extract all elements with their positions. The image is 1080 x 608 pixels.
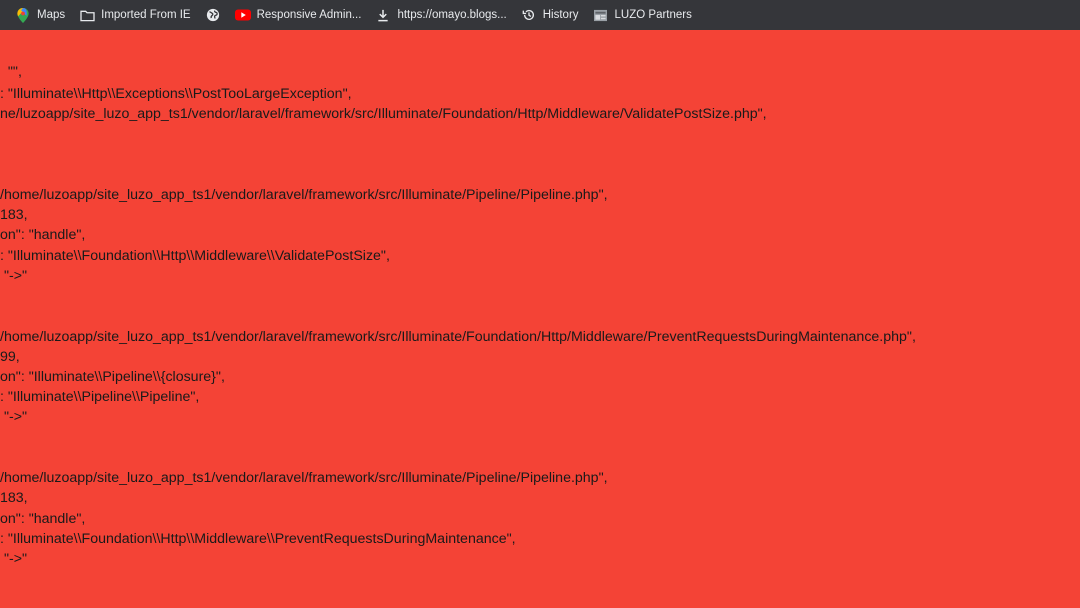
bookmark-globe[interactable]: [198, 3, 228, 27]
bookmark-responsive-admin[interactable]: Responsive Admin...: [228, 3, 369, 27]
bookmarks-bar: Maps Imported From IE Responsive Admin..…: [0, 0, 1080, 30]
json-error-trace: "", : "Illuminate\\Http\\Exceptions\\Pos…: [0, 30, 1080, 608]
trace-line: : "Illuminate\\Foundation\\Http\\Middlew…: [0, 531, 516, 547]
trace-line: "",: [0, 64, 22, 80]
bookmark-maps[interactable]: Maps: [8, 3, 72, 27]
bookmark-label: LUZO Partners: [614, 9, 692, 21]
bookmark-luzo-partners[interactable]: LUZO Partners: [586, 3, 699, 27]
bookmark-imported-from-ie[interactable]: Imported From IE: [72, 3, 197, 27]
bookmark-label: History: [542, 9, 579, 21]
trace-line: /home/luzoapp/site_luzo_app_ts1/vendor/l…: [0, 187, 608, 203]
history-icon: [521, 7, 537, 23]
trace-line: ne/luzoapp/site_luzo_app_ts1/vendor/lara…: [0, 106, 767, 122]
trace-line: 183,: [0, 207, 28, 223]
bookmark-history[interactable]: History: [514, 3, 586, 27]
trace-line: 183,: [0, 490, 28, 506]
bookmark-label: https://omayo.blogs...: [397, 9, 507, 21]
trace-line: /home/luzoapp/site_luzo_app_ts1/vendor/l…: [0, 329, 916, 345]
trace-line: : "Illuminate\\Pipeline\\Pipeline",: [0, 389, 200, 405]
trace-line: /home/luzoapp/site_luzo_app_ts1/vendor/l…: [0, 470, 608, 486]
trace-line: "->": [0, 551, 28, 567]
trace-line: 99,: [0, 349, 20, 365]
bookmark-label: Maps: [37, 9, 66, 21]
trace-line: : "Illuminate\\Http\\Exceptions\\PostToo…: [0, 86, 352, 102]
globe-icon: [205, 7, 221, 23]
youtube-icon: [234, 7, 251, 23]
trace-line: on": "handle",: [0, 511, 86, 527]
maps-pin-icon: [15, 7, 31, 23]
page-icon: [593, 7, 609, 23]
bookmark-label: Responsive Admin...: [256, 9, 362, 21]
trace-line: "->": [0, 268, 28, 284]
trace-line: : "Illuminate\\Foundation\\Http\\Middlew…: [0, 248, 390, 264]
trace-line: on": "Illuminate\\Pipeline\\{closure}",: [0, 369, 225, 385]
trace-line: "->": [0, 409, 28, 425]
bookmark-omayo[interactable]: https://omayo.blogs...: [368, 3, 513, 27]
folder-icon: [79, 7, 95, 23]
bookmark-label: Imported From IE: [101, 9, 191, 21]
trace-line: on": "handle",: [0, 227, 86, 243]
download-icon: [375, 7, 391, 23]
